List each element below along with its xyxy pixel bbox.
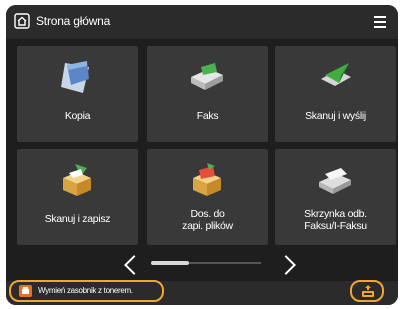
menu-button[interactable] bbox=[362, 5, 398, 39]
home-icon bbox=[14, 13, 30, 29]
home-screen: Strona główna Kopia Faks Skanuj i wyślij bbox=[6, 5, 398, 305]
tile-label: Skanuj i wyślij bbox=[305, 110, 366, 122]
status-monitor-icon bbox=[362, 285, 374, 297]
top-bar: Strona główna bbox=[6, 5, 398, 39]
tile-label-line-1: Dos. do bbox=[190, 208, 225, 220]
tile-label: Kopia bbox=[64, 110, 91, 122]
tile-label-line-1: Skrzynka odb. bbox=[304, 208, 367, 220]
scan-and-save-icon bbox=[63, 164, 91, 196]
tile-label: Skanuj i zapisz bbox=[44, 213, 111, 225]
tile-scan-and-save[interactable]: Skanuj i zapisz bbox=[17, 149, 138, 245]
tile-label: Faks bbox=[196, 110, 219, 122]
status-monitor-button[interactable] bbox=[350, 280, 384, 302]
tile-copy[interactable]: Kopia bbox=[17, 46, 138, 142]
fax-inbox-icon bbox=[319, 168, 351, 194]
access-stored-files-icon bbox=[193, 163, 221, 196]
page-indicator-thumb bbox=[151, 261, 189, 265]
tile-label-line-2: zapi. plików bbox=[182, 220, 233, 232]
tile-label: Skrzynka odb. Faksu/I-Faksu bbox=[275, 208, 396, 232]
tile-fax-inbox[interactable]: Skrzynka odb. Faksu/I-Faksu bbox=[275, 149, 396, 245]
toner-status-button[interactable]: Wymień zasobnik z tonerem. bbox=[9, 280, 164, 302]
toner-warning-icon bbox=[19, 285, 32, 297]
tile-scan-and-send[interactable]: Skanuj i wyślij bbox=[275, 46, 396, 142]
page-title: Strona główna bbox=[36, 14, 111, 28]
scan-and-send-icon bbox=[321, 63, 351, 86]
copy-icon bbox=[61, 61, 89, 93]
tile-label-line-2: Faksu/I-Faksu bbox=[304, 220, 367, 232]
chevron-right-icon[interactable] bbox=[276, 255, 296, 275]
tile-label: Dos. do zapi. plików bbox=[147, 208, 268, 232]
chevron-left-icon[interactable] bbox=[124, 255, 144, 275]
fax-icon bbox=[191, 63, 223, 90]
status-message: Wymień zasobnik z tonerem. bbox=[38, 286, 133, 295]
tile-fax[interactable]: Faks bbox=[147, 46, 268, 142]
tile-access-stored-files[interactable]: Dos. do zapi. plików bbox=[147, 149, 268, 245]
